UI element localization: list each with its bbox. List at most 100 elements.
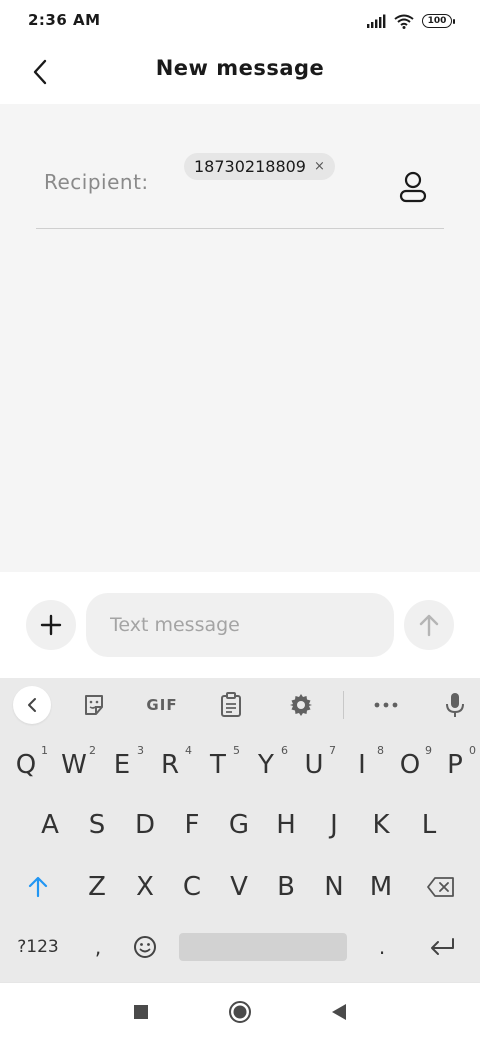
shift-arrow-icon (28, 876, 48, 898)
key-c[interactable]: C (168, 862, 216, 912)
key-t[interactable]: 5T (194, 740, 242, 790)
key-hint: 2 (89, 744, 96, 757)
gif-button[interactable]: GIF (142, 685, 182, 725)
status-icons: 100 (366, 12, 455, 30)
key-hint: 6 (281, 744, 288, 757)
plus-icon (40, 614, 62, 636)
emoji-icon (134, 936, 156, 958)
key-label: U (304, 750, 324, 780)
key-label: O (399, 750, 421, 780)
square-icon (134, 1005, 148, 1019)
key-label: I (358, 750, 366, 780)
recipient-label: Recipient: (44, 170, 149, 194)
more-button[interactable] (366, 685, 406, 725)
message-input[interactable] (86, 593, 394, 657)
key-label: Y (258, 750, 274, 780)
key-i[interactable]: 8I (338, 740, 386, 790)
key-hint: 4 (185, 744, 192, 757)
toolbar-separator (343, 691, 344, 719)
sticker-button[interactable] (74, 685, 114, 725)
comma-key[interactable]: , (78, 922, 118, 972)
gif-label: GIF (146, 696, 178, 714)
key-j[interactable]: J (310, 800, 358, 850)
period-key[interactable]: . (362, 922, 402, 972)
toolbar-collapse-button[interactable] (13, 686, 51, 724)
key-s[interactable]: S (73, 800, 121, 850)
key-label: P (447, 750, 463, 780)
app-header: New message (0, 42, 480, 104)
page-title: New message (155, 56, 325, 80)
sticker-icon (85, 695, 103, 715)
key-r[interactable]: 4R (146, 740, 194, 790)
key-a[interactable]: A (26, 800, 74, 850)
key-o[interactable]: 9O (386, 740, 434, 790)
status-time: 2:36 AM (28, 11, 101, 29)
key-y[interactable]: 6Y (242, 740, 290, 790)
battery-level: 100 (427, 16, 447, 26)
signal-icon (367, 14, 386, 28)
send-button[interactable] (404, 600, 454, 650)
enter-key[interactable] (418, 922, 466, 972)
key-x[interactable]: X (121, 862, 169, 912)
navigation-bar (0, 982, 480, 1040)
key-p[interactable]: 0P (432, 740, 478, 790)
home-circle-icon (229, 1001, 251, 1023)
recipient-area: Recipient: 18730218809 × (0, 104, 480, 572)
key-k[interactable]: K (357, 800, 405, 850)
recents-button[interactable] (128, 999, 154, 1025)
arrow-up-icon (419, 614, 439, 637)
key-b[interactable]: B (262, 862, 310, 912)
key-hint: 0 (469, 744, 476, 757)
clipboard-button[interactable] (211, 685, 251, 725)
key-u[interactable]: 7U (290, 740, 338, 790)
home-button[interactable] (227, 999, 253, 1025)
recipient-divider (36, 228, 444, 229)
compose-bar (0, 572, 480, 678)
emoji-key[interactable] (124, 922, 166, 972)
key-f[interactable]: F (168, 800, 216, 850)
backspace-key[interactable] (416, 862, 466, 912)
key-z[interactable]: Z (73, 862, 121, 912)
key-label: E (113, 750, 131, 780)
recipient-number: 18730218809 (194, 157, 306, 176)
chevron-left-icon (28, 698, 36, 712)
key-d[interactable]: D (121, 800, 169, 850)
person-icon (399, 171, 427, 203)
settings-button[interactable] (281, 685, 321, 725)
wifi-icon (394, 14, 414, 29)
key-hint: 8 (377, 744, 384, 757)
add-attachment-button[interactable] (26, 600, 76, 650)
key-e[interactable]: 3E (98, 740, 146, 790)
key-hint: 3 (137, 744, 144, 757)
key-v[interactable]: V (215, 862, 263, 912)
voice-input-button[interactable] (435, 685, 475, 725)
recipient-chip[interactable]: 18730218809 × (184, 153, 335, 180)
triangle-back-icon (332, 1004, 346, 1020)
key-n[interactable]: N (310, 862, 358, 912)
back-nav-button[interactable] (326, 999, 352, 1025)
key-label: Q (15, 750, 37, 780)
backspace-icon (427, 877, 454, 897)
clipboard-icon (221, 692, 241, 717)
chip-close-icon[interactable]: × (314, 159, 325, 174)
key-q[interactable]: 1Q (2, 740, 50, 790)
key-hint: 7 (329, 744, 336, 757)
key-label: R (160, 750, 180, 780)
gear-icon (290, 694, 312, 716)
contact-picker-button[interactable] (392, 166, 434, 208)
key-w[interactable]: 2W (50, 740, 98, 790)
symbols-key[interactable]: ?123 (8, 922, 68, 972)
key-h[interactable]: H (262, 800, 310, 850)
enter-icon (431, 938, 454, 955)
shift-key[interactable] (14, 862, 62, 912)
battery-icon: 100 (422, 14, 455, 28)
key-l[interactable]: L (405, 800, 453, 850)
space-key[interactable] (179, 933, 347, 961)
key-label: W (61, 750, 87, 780)
key-hint: 1 (41, 744, 48, 757)
key-m[interactable]: M (357, 862, 405, 912)
key-label: T (210, 750, 226, 780)
key-g[interactable]: G (215, 800, 263, 850)
microphone-icon (446, 693, 464, 717)
keyboard-toolbar: GIF (0, 678, 480, 732)
